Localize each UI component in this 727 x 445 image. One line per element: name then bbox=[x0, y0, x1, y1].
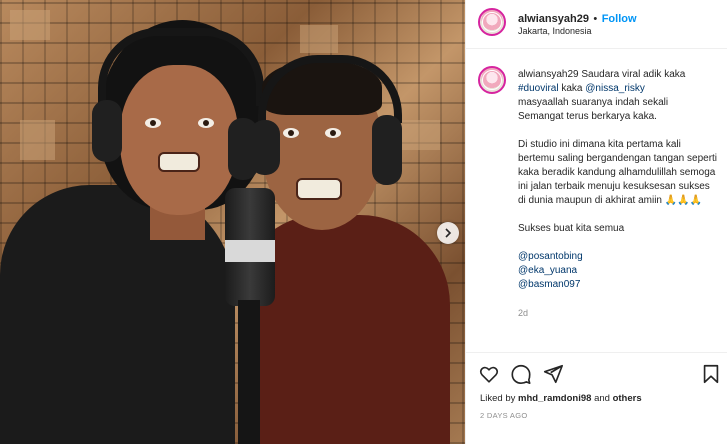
separator-dot: • bbox=[593, 13, 598, 25]
post-photo[interactable] bbox=[0, 0, 465, 444]
caption-line4: Semangat terus berkarya kaka. bbox=[518, 111, 657, 122]
caption-age: 2d bbox=[518, 308, 529, 318]
caption-author[interactable]: alwiansyah29 bbox=[518, 69, 579, 80]
author-avatar[interactable] bbox=[478, 8, 506, 36]
heart-icon[interactable] bbox=[478, 363, 500, 385]
caption-tag[interactable]: @eka_yuana bbox=[518, 264, 718, 278]
post-header: alwiansyah29 • Follow Jakarta, Indonesia bbox=[466, 0, 727, 49]
likes-user[interactable]: mhd_ramdoni98 bbox=[518, 393, 591, 404]
likes-others[interactable]: others bbox=[613, 393, 642, 404]
post-location[interactable]: Jakarta, Indonesia bbox=[518, 26, 592, 36]
likes-summary: Liked by mhd_ramdoni98 and others bbox=[480, 393, 642, 404]
follow-button[interactable]: Follow bbox=[602, 13, 637, 25]
likes-joiner: and bbox=[594, 393, 610, 404]
left-person-eye bbox=[145, 118, 161, 128]
wall-block bbox=[300, 25, 338, 53]
caption-tag[interactable]: @basman097 bbox=[518, 278, 718, 292]
caption-paragraph-3: Sukses buat kita semua bbox=[518, 223, 625, 234]
left-headphone-band bbox=[98, 28, 264, 106]
comment-icon[interactable] bbox=[510, 363, 532, 385]
author-line: alwiansyah29 • Follow bbox=[518, 9, 637, 27]
right-headphone-earcup bbox=[250, 120, 280, 175]
caption-mention[interactable]: @nissa_risky bbox=[585, 83, 645, 94]
caption-paragraph-2: Di studio ini dimana kita pertama kali b… bbox=[518, 139, 718, 206]
wall-block bbox=[20, 120, 55, 160]
right-person-eye bbox=[325, 128, 341, 138]
caption-line2-mid: kaka bbox=[561, 83, 583, 94]
left-person-eye bbox=[198, 118, 214, 128]
likes-prefix: Liked by bbox=[480, 393, 516, 404]
caption-line3: masyaallah suaranya indah sekali bbox=[518, 97, 669, 108]
bookmark-icon[interactable] bbox=[700, 363, 722, 385]
caption-hashtag[interactable]: #duoviral bbox=[518, 83, 559, 94]
caption-tag[interactable]: @posantobing bbox=[518, 250, 718, 264]
microphone-stand bbox=[238, 300, 260, 444]
caption-author-avatar[interactable] bbox=[478, 66, 506, 94]
action-bar: Liked by mhd_ramdoni98 and others 2 DAYS… bbox=[466, 352, 727, 445]
left-person-mouth bbox=[158, 152, 200, 172]
right-headphone-earcup bbox=[372, 115, 402, 185]
paper-plane-icon[interactable] bbox=[542, 363, 564, 385]
author-username[interactable]: alwiansyah29 bbox=[518, 13, 589, 25]
post-details-panel: alwiansyah29 • Follow Jakarta, Indonesia… bbox=[465, 0, 727, 444]
chevron-right-icon bbox=[445, 228, 452, 238]
caption-text: alwiansyah29 Saudara viral adik kaka #du… bbox=[518, 68, 718, 320]
post-timestamp[interactable]: 2 DAYS AGO bbox=[480, 411, 527, 420]
comments-area[interactable]: alwiansyah29 Saudara viral adik kaka #du… bbox=[466, 52, 727, 352]
microphone-band bbox=[225, 240, 275, 262]
wall-block bbox=[10, 10, 50, 40]
left-headphone-earcup bbox=[92, 100, 122, 162]
right-person-eye bbox=[283, 128, 299, 138]
next-image-button[interactable] bbox=[437, 222, 459, 244]
right-person-mouth bbox=[296, 178, 342, 200]
caption-line1: Saudara viral adik kaka bbox=[581, 69, 686, 80]
